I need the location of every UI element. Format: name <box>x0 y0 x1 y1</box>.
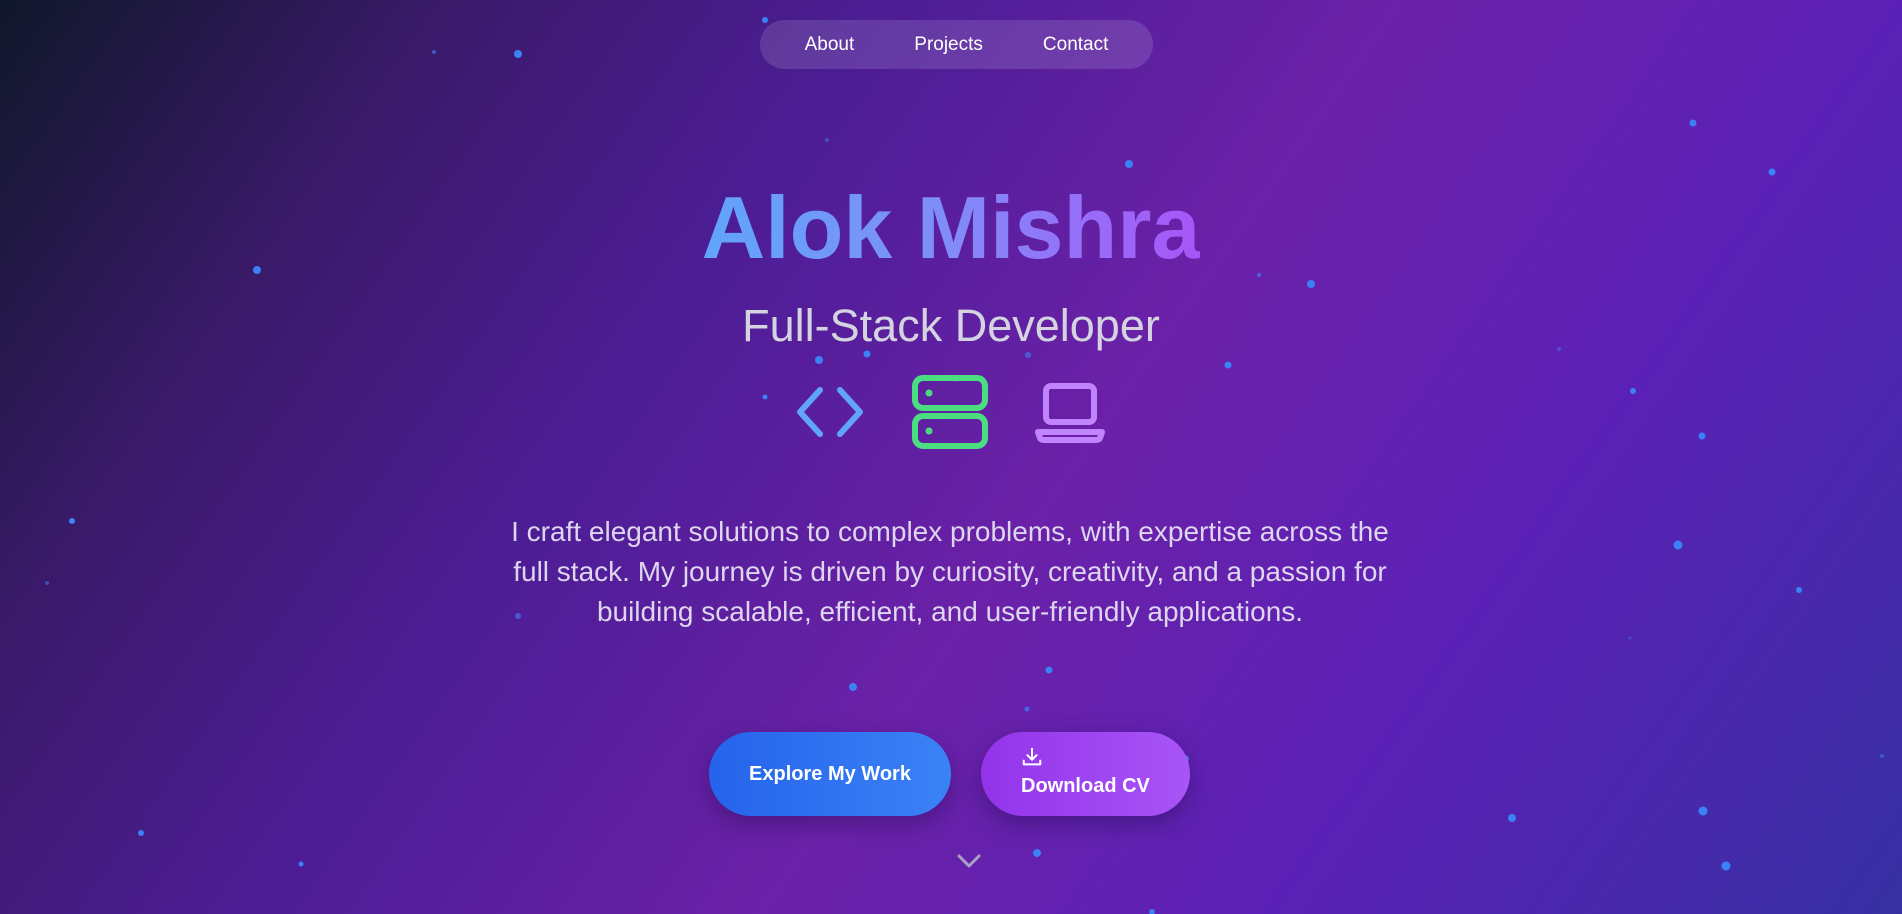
nav-link-about[interactable]: About <box>805 34 855 56</box>
laptop-icon <box>1030 372 1110 457</box>
explore-work-button[interactable]: Explore My Work <box>709 732 951 816</box>
download-cv-button[interactable]: Download CV <box>981 732 1190 816</box>
scroll-down-icon[interactable] <box>956 852 982 875</box>
download-icon <box>1021 746 1043 774</box>
nav-link-projects[interactable]: Projects <box>914 34 983 56</box>
hero-name: Alok Mishra <box>701 178 1201 277</box>
skill-icons <box>790 372 1110 452</box>
top-nav: About Projects Contact <box>760 20 1153 69</box>
server-icon <box>910 372 990 457</box>
particle-background <box>45 17 1884 914</box>
download-cv-label: Download CV <box>1021 775 1150 797</box>
nav-link-contact[interactable]: Contact <box>1043 34 1108 56</box>
hero-role: Full-Stack Developer <box>742 300 1160 351</box>
hero-bio: I craft elegant solutions to complex pro… <box>511 516 1389 627</box>
code-icon <box>790 372 870 457</box>
